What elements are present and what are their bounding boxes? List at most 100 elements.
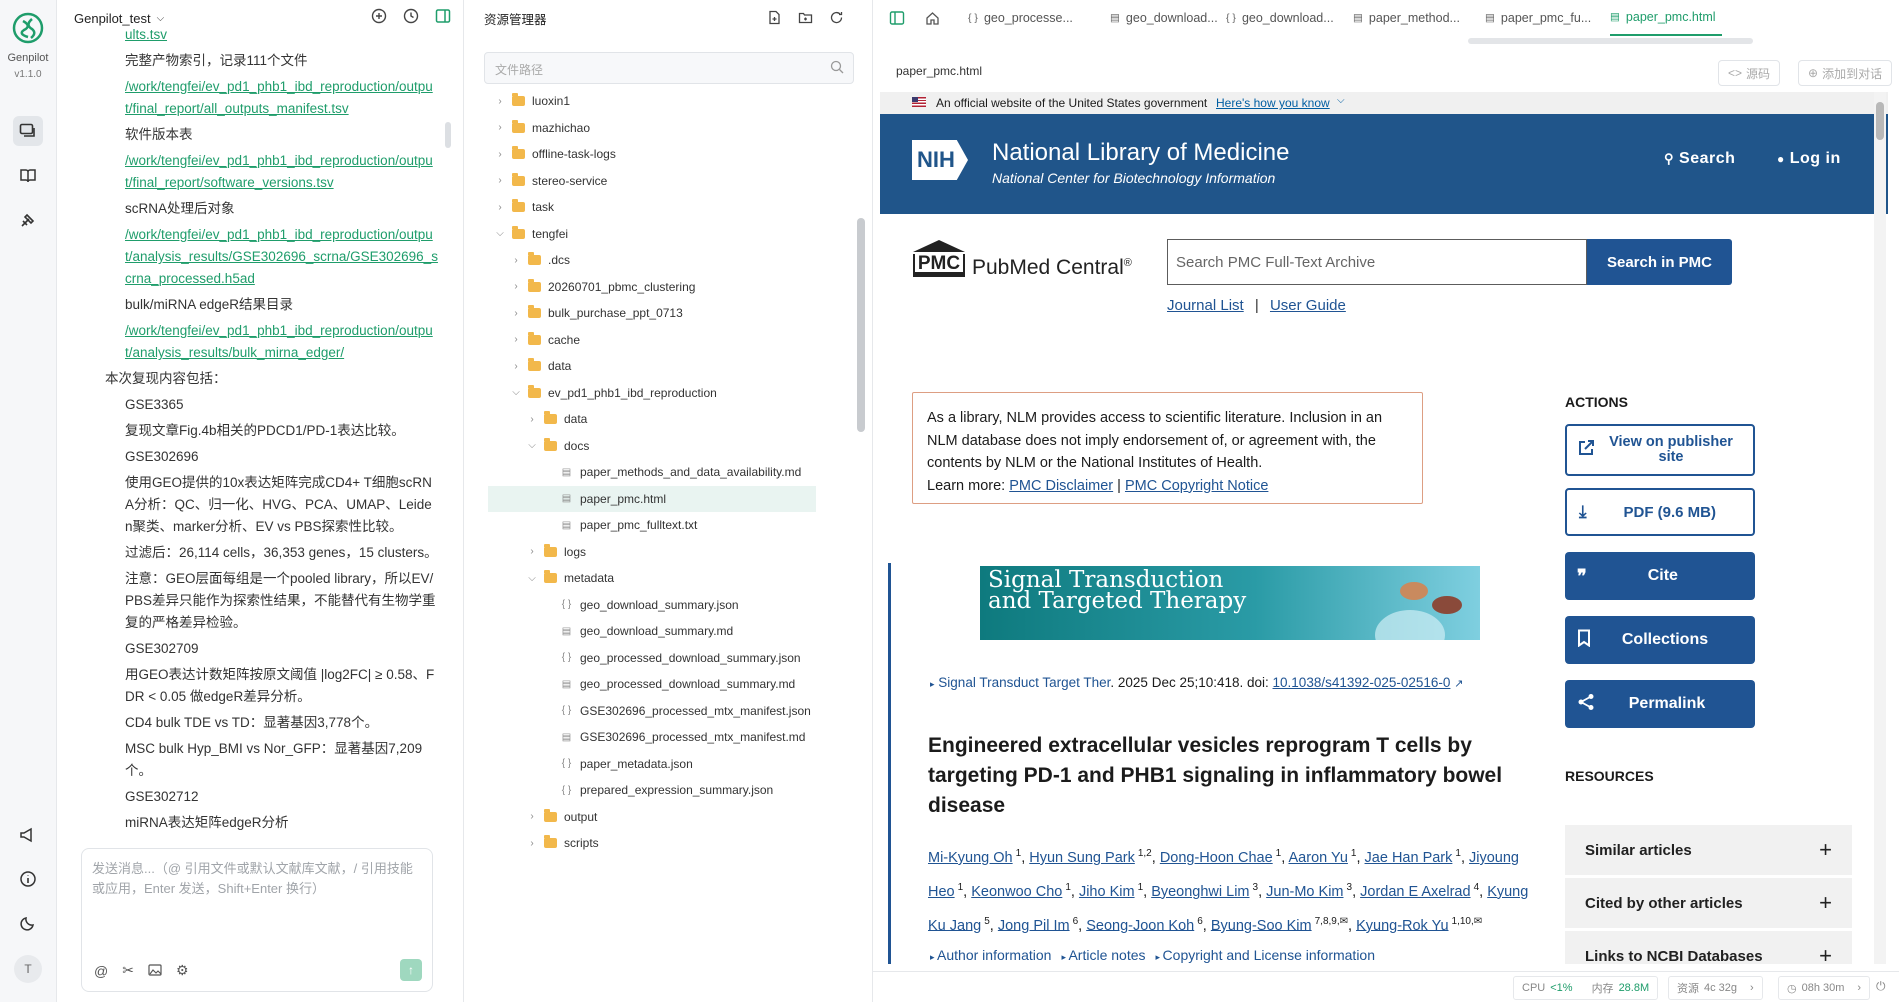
refresh-icon[interactable] [829,10,844,30]
tree-folder[interactable]: › offline-task-logs [488,141,816,167]
affiliation-sup[interactable]: 1 [1276,848,1282,859]
author-link[interactable]: Seong-Joon Koh [1086,917,1194,933]
preview-scrollbar[interactable] [1874,92,1886,964]
tree-folder[interactable]: › luoxin1 [488,88,816,114]
home-icon[interactable] [925,11,940,31]
send-button[interactable]: ↑ [400,959,422,981]
affiliation-sup[interactable]: 6 [1197,916,1203,927]
tree-folder[interactable]: › stereo-service [488,168,816,194]
tree-file[interactable]: { } prepared_expression_summary.json [488,777,816,803]
chevron-right-icon[interactable]: › [526,838,538,849]
pmc-copyright-link[interactable]: PMC Copyright Notice [1125,478,1268,494]
user-guide-link[interactable]: User Guide [1270,297,1346,314]
source-button[interactable]: <> 源码 [1718,60,1781,86]
tree-folder[interactable]: › data [488,406,816,432]
new-folder-icon[interactable] [798,10,813,30]
chat-scrollbar[interactable] [445,36,451,842]
chevron-down-icon[interactable]: ⌵ [510,387,522,398]
author-link[interactable]: Keonwoo Cho [971,884,1062,900]
tree-file[interactable]: ▤ paper_pmc_fulltext.txt [488,512,816,538]
tree-folder[interactable]: › .dcs [488,247,816,273]
chevron-right-icon[interactable]: › [494,149,506,160]
tree-folder[interactable]: › mazhichao [488,115,816,141]
chevron-down-icon[interactable]: ⌵ [1337,95,1345,106]
announcement-button[interactable] [13,820,43,850]
affiliation-sup[interactable]: 1 [1455,848,1461,859]
author-link[interactable]: Jordan E Axelrad [1360,884,1470,900]
editor-tab[interactable]: ▤ paper_method... [1353,0,1466,36]
cite-button[interactable]: ❞ Cite [1565,552,1755,600]
theme-toggle-button[interactable] [13,908,43,938]
chat-file-link[interactable]: /work/tengfei/ev_pd1_phb1_ibd_reproducti… [57,76,457,120]
chat-nav-button[interactable] [13,116,43,146]
chevron-down-icon[interactable]: ⌵ [526,573,538,584]
pdf-button[interactable]: ⤓ PDF (9.6 MB) [1565,488,1755,536]
affiliation-sup[interactable]: 3 [1347,882,1353,893]
chevron-right-icon[interactable]: › [494,96,506,107]
author-link[interactable]: Aaron Yu [1289,850,1348,866]
author-link[interactable]: Jong Pil Im [998,917,1070,933]
affiliation-sup[interactable]: 6 [1073,916,1079,927]
tree-file[interactable]: { } paper_metadata.json [488,751,816,777]
chevron-right-icon[interactable]: › [510,255,522,266]
affiliation-sup[interactable]: 4 [1474,882,1480,893]
explorer-scrollbar[interactable] [857,94,865,994]
chat-file-link[interactable]: /work/tengfei/ev_pd1_phb1_ibd_reproducti… [57,150,457,194]
editor-tab[interactable]: ▤ paper_pmc_fu... [1485,0,1597,36]
article-info-link[interactable]: Article notes [1068,947,1145,963]
tree-file[interactable]: ▤ paper_pmc.html [488,485,816,512]
affiliation-sup[interactable]: 1 [1065,882,1071,893]
resource-accordion[interactable]: Links to NCBI Databases + [1565,931,1852,964]
chevron-right-icon[interactable]: › [510,361,522,372]
resource-accordion[interactable]: Similar articles + [1565,825,1852,875]
chevron-right-icon[interactable]: › [494,175,506,186]
view-publisher-button[interactable]: View on publisher site [1565,424,1755,476]
timer-indicator[interactable]: ◷ 08h 30m › [1778,976,1871,1000]
login-link[interactable]: ● Log in [1777,150,1841,168]
editor-tab[interactable]: ▤ geo_download... [1110,0,1224,36]
affiliation-sup[interactable]: 1,2 [1138,848,1152,859]
permalink-button[interactable]: Permalink [1565,680,1755,728]
pmc-disclaimer-link[interactable]: PMC Disclaimer [1009,478,1113,494]
journal-list-link[interactable]: Journal List [1167,297,1244,314]
composer-placeholder[interactable]: 发送消息...（@ 引用文件或默认文献库文献，/ 引用技能或应用，Enter 发… [92,859,422,899]
tabs-scrollbar[interactable] [1468,38,1753,44]
tree-file[interactable]: { } geo_download_summary.json [488,592,816,618]
resource-indicator[interactable]: 资源 4c 32g › [1668,976,1763,1000]
author-link[interactable]: Jiho Kim [1079,884,1135,900]
new-file-icon[interactable] [767,10,782,30]
editor-tab[interactable]: { } geo_processe... [968,0,1079,36]
tree-folder[interactable]: › bulk_purchase_ppt_0713 [488,300,816,326]
tree-folder[interactable]: › cache [488,327,816,353]
path-search-input[interactable]: 文件路径 [484,52,854,84]
tree-file[interactable]: ▤ GSE302696_processed_mtx_manifest.md [488,724,816,750]
chevron-right-icon[interactable]: › [494,202,506,213]
how-you-know-link[interactable]: Here's how you know [1216,96,1330,110]
nih-logo[interactable]: NIH [912,140,968,180]
tools-nav-button[interactable] [13,205,43,235]
tree-folder[interactable]: › scripts [488,830,816,856]
editor-tab[interactable]: { } geo_download... [1226,0,1340,36]
layout-icon[interactable] [889,10,905,31]
article-info-link[interactable]: Copyright and License information [1163,947,1375,963]
header-search-link[interactable]: ⚲ Search [1664,150,1735,168]
chevron-right-icon[interactable]: › [510,334,522,345]
affiliation-sup[interactable]: 1 [1138,882,1144,893]
chevron-down-icon[interactable]: ⌵ [494,228,506,239]
collections-button[interactable]: Collections [1565,616,1755,664]
power-icon[interactable]: ⏻ [1876,979,1886,994]
chevron-right-icon[interactable]: › [510,308,522,319]
chevron-right-icon[interactable]: › [526,414,538,425]
affiliation-sup[interactable]: 5 [984,916,990,927]
info-button[interactable] [13,864,43,894]
pmc-search-input[interactable]: Search PMC Full-Text Archive [1167,239,1587,285]
tree-folder[interactable]: ⌵ tengfei [488,221,816,247]
affiliation-sup[interactable]: 3 [1253,882,1259,893]
affiliation-sup[interactable]: 1 [1351,848,1357,859]
tree-folder[interactable]: › 20260701_pbmc_clustering [488,274,816,300]
author-link[interactable]: Mi-Kyung Oh [928,850,1013,866]
journal-banner[interactable]: Signal Transduction and Targeted Therapy [980,566,1480,640]
author-link[interactable]: Kyung-Rok Yu [1356,917,1448,933]
tree-folder[interactable]: › logs [488,539,816,565]
affiliation-sup[interactable]: 1 [1016,848,1022,859]
